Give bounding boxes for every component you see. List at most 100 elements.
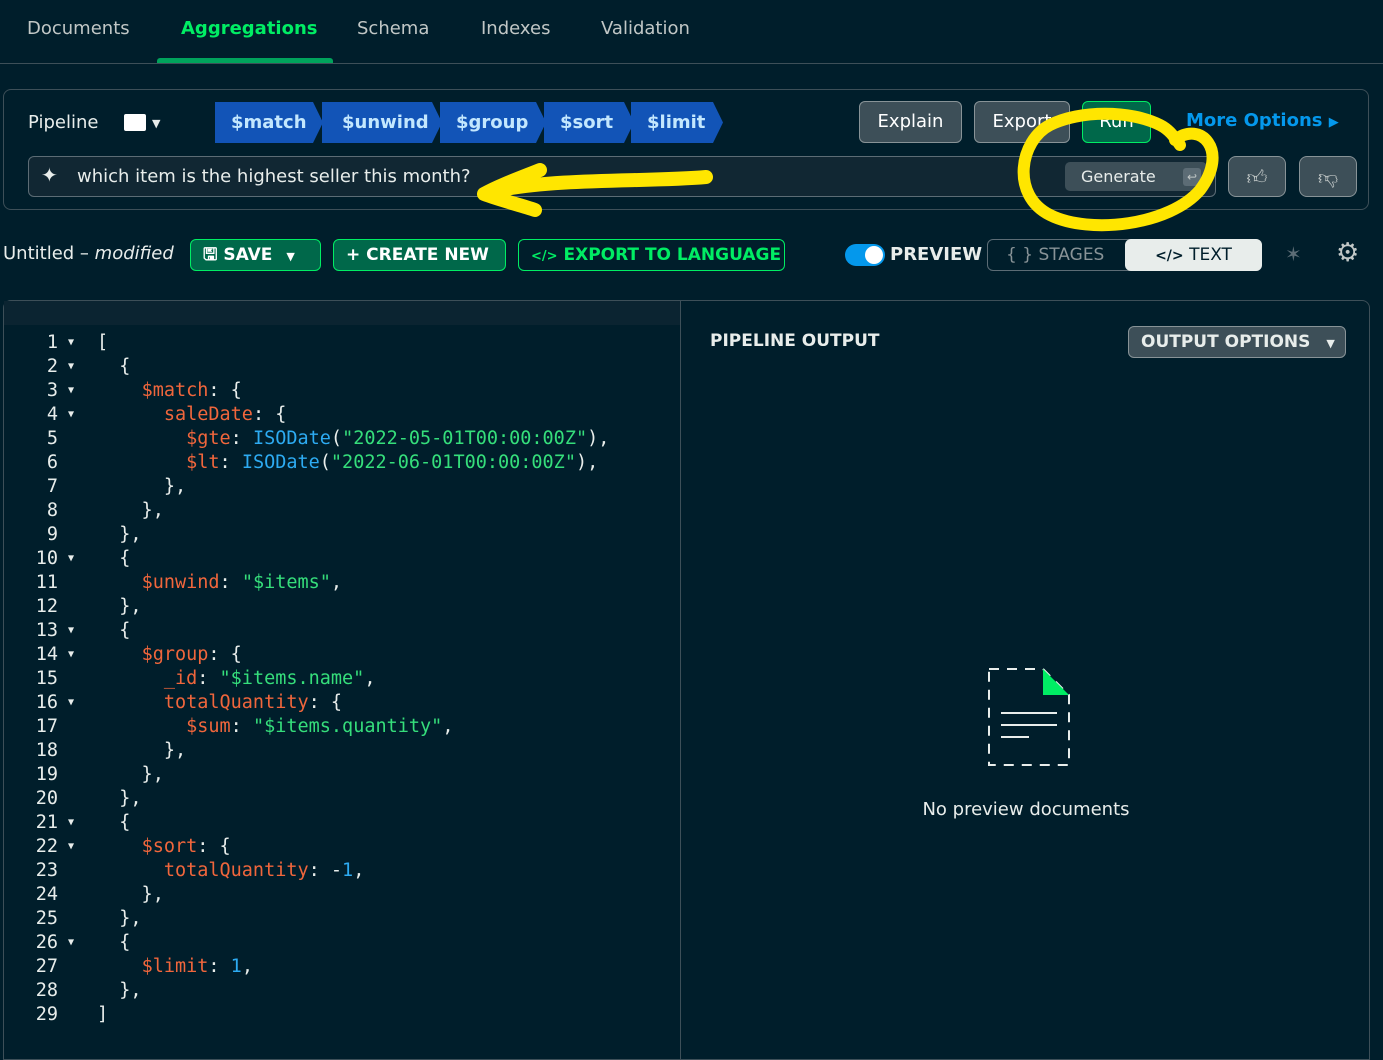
modified-label: modified xyxy=(94,243,174,264)
code-text: $sum: "$items.quantity", xyxy=(97,715,453,739)
folder-icon[interactable] xyxy=(124,114,146,131)
line-number: 4 xyxy=(46,404,58,425)
line-number: 9 xyxy=(46,524,58,545)
code-token: totalQuantity xyxy=(163,860,309,881)
code-token: : { xyxy=(208,644,242,665)
code-text: $unwind: "$items", xyxy=(97,571,343,595)
stages-view-button[interactable]: { } STAGES xyxy=(988,240,1125,270)
code-token: : - xyxy=(308,860,343,881)
preview-label: PREVIEW xyxy=(890,244,983,265)
thumbs-down-button[interactable]: 👎︎ xyxy=(1299,156,1357,197)
code-token: : { xyxy=(197,836,231,857)
line-number: 13 xyxy=(35,620,58,641)
magic-wand-icon[interactable]: ✶ xyxy=(1285,242,1302,266)
fold-toggle-icon[interactable]: ▼ xyxy=(68,331,74,355)
code-token: ISODate xyxy=(241,452,320,473)
code-text: $lt: ISODate("2022-06-01T00:00:00Z"), xyxy=(97,451,598,475)
collection-tabs: Documents Aggregations Schema Indexes Va… xyxy=(0,0,1383,64)
line-number: 12 xyxy=(35,596,58,617)
stage-unwind[interactable]: $unwind xyxy=(322,102,442,143)
code-token: $lt xyxy=(186,452,220,473)
sparkle-icon: ✦ xyxy=(41,163,58,187)
create-new-button[interactable]: + CREATE NEW xyxy=(333,239,506,271)
code-text: }, xyxy=(97,787,141,811)
export-button[interactable]: Export xyxy=(974,101,1070,143)
empty-document-icon xyxy=(988,668,1070,766)
code-text: _id: "$items.name", xyxy=(97,667,376,691)
tab-indexes[interactable]: Indexes xyxy=(481,18,550,39)
code-icon: </> xyxy=(1155,248,1184,264)
ai-prompt-text: which item is the highest seller this mo… xyxy=(77,166,471,187)
tab-documents[interactable]: Documents xyxy=(27,18,130,39)
gear-icon[interactable]: ⚙ xyxy=(1336,238,1359,268)
run-button[interactable]: Run xyxy=(1082,101,1151,143)
code-token: saleDate xyxy=(163,404,253,425)
code-token: { xyxy=(97,932,131,953)
stage-sort[interactable]: $sort xyxy=(544,102,634,143)
fold-toggle-icon[interactable]: ▼ xyxy=(68,643,74,667)
code-text: totalQuantity: { xyxy=(97,691,342,715)
tab-schema[interactable]: Schema xyxy=(357,18,429,39)
thumbs-up-button[interactable]: 👍︎ xyxy=(1228,156,1286,197)
fold-toggle-icon[interactable]: ▼ xyxy=(68,835,74,859)
stages-label: STAGES xyxy=(1038,245,1105,265)
thumbs-down-icon: 👎︎ xyxy=(1317,165,1339,189)
output-options-button[interactable]: OUTPUT OPTIONS ▼ xyxy=(1128,326,1346,358)
save-button[interactable]: 🖫 SAVE ▼ xyxy=(190,239,321,271)
generate-button[interactable]: Generate ↩ xyxy=(1065,162,1207,191)
code-text: }, xyxy=(97,907,141,931)
fold-toggle-icon[interactable]: ▼ xyxy=(68,811,74,835)
stage-group[interactable]: $group xyxy=(440,102,546,143)
code-text: }, xyxy=(97,523,141,547)
export-to-language-button[interactable]: </> EXPORT TO LANGUAGE xyxy=(518,239,785,271)
caret-down-icon[interactable]: ▼ xyxy=(152,117,160,130)
ai-prompt-input[interactable]: ✦ which item is the highest seller this … xyxy=(28,156,1216,197)
code-token: { xyxy=(97,548,131,569)
save-label: SAVE xyxy=(223,245,273,265)
stage-match[interactable]: $match xyxy=(215,102,323,143)
code-token: : { xyxy=(308,692,343,713)
fold-toggle-icon[interactable]: ▼ xyxy=(68,619,74,643)
code-token: "$items.quantity" xyxy=(252,716,443,737)
explain-button[interactable]: Explain xyxy=(859,101,962,143)
fold-toggle-icon[interactable]: ▼ xyxy=(68,547,74,571)
code-token: "2022-06-01T00:00:00Z" xyxy=(330,452,576,473)
more-options-link[interactable]: More Options ▶ xyxy=(1186,110,1339,131)
caret-right-icon: ▶ xyxy=(1328,115,1339,130)
fold-toggle-icon[interactable]: ▼ xyxy=(68,355,74,379)
code-text: { xyxy=(97,547,130,571)
line-number: 19 xyxy=(35,764,58,785)
code-token: }, xyxy=(97,764,164,785)
code-token: ] xyxy=(97,1004,109,1025)
create-new-label: CREATE NEW xyxy=(366,245,489,265)
stage-limit[interactable]: $limit xyxy=(631,102,723,143)
code-token: $match xyxy=(141,380,209,401)
code-token: : xyxy=(219,452,242,473)
code-token: ( xyxy=(319,452,331,473)
fold-toggle-icon[interactable]: ▼ xyxy=(68,691,74,715)
fold-toggle-icon[interactable]: ▼ xyxy=(68,931,74,955)
code-text: $group: { xyxy=(97,643,242,667)
tab-aggregations[interactable]: Aggregations xyxy=(181,18,318,39)
code-text: { xyxy=(97,931,130,955)
code-token: 1 xyxy=(230,956,242,977)
more-options-label: More Options xyxy=(1186,110,1323,131)
preview-toggle[interactable] xyxy=(845,244,885,266)
code-token: "$items.name" xyxy=(219,668,365,689)
fold-toggle-icon[interactable]: ▼ xyxy=(68,403,74,427)
line-number: 6 xyxy=(46,452,58,473)
fold-toggle-icon[interactable]: ▼ xyxy=(68,379,74,403)
line-number: 16 xyxy=(35,692,58,713)
code-text: [ xyxy=(97,331,108,355)
plus-icon: + xyxy=(346,245,361,265)
text-view-button[interactable]: </> TEXT xyxy=(1125,239,1262,271)
code-token: totalQuantity xyxy=(163,692,309,713)
tab-validation[interactable]: Validation xyxy=(601,18,690,39)
code-text: }, xyxy=(97,979,141,1003)
